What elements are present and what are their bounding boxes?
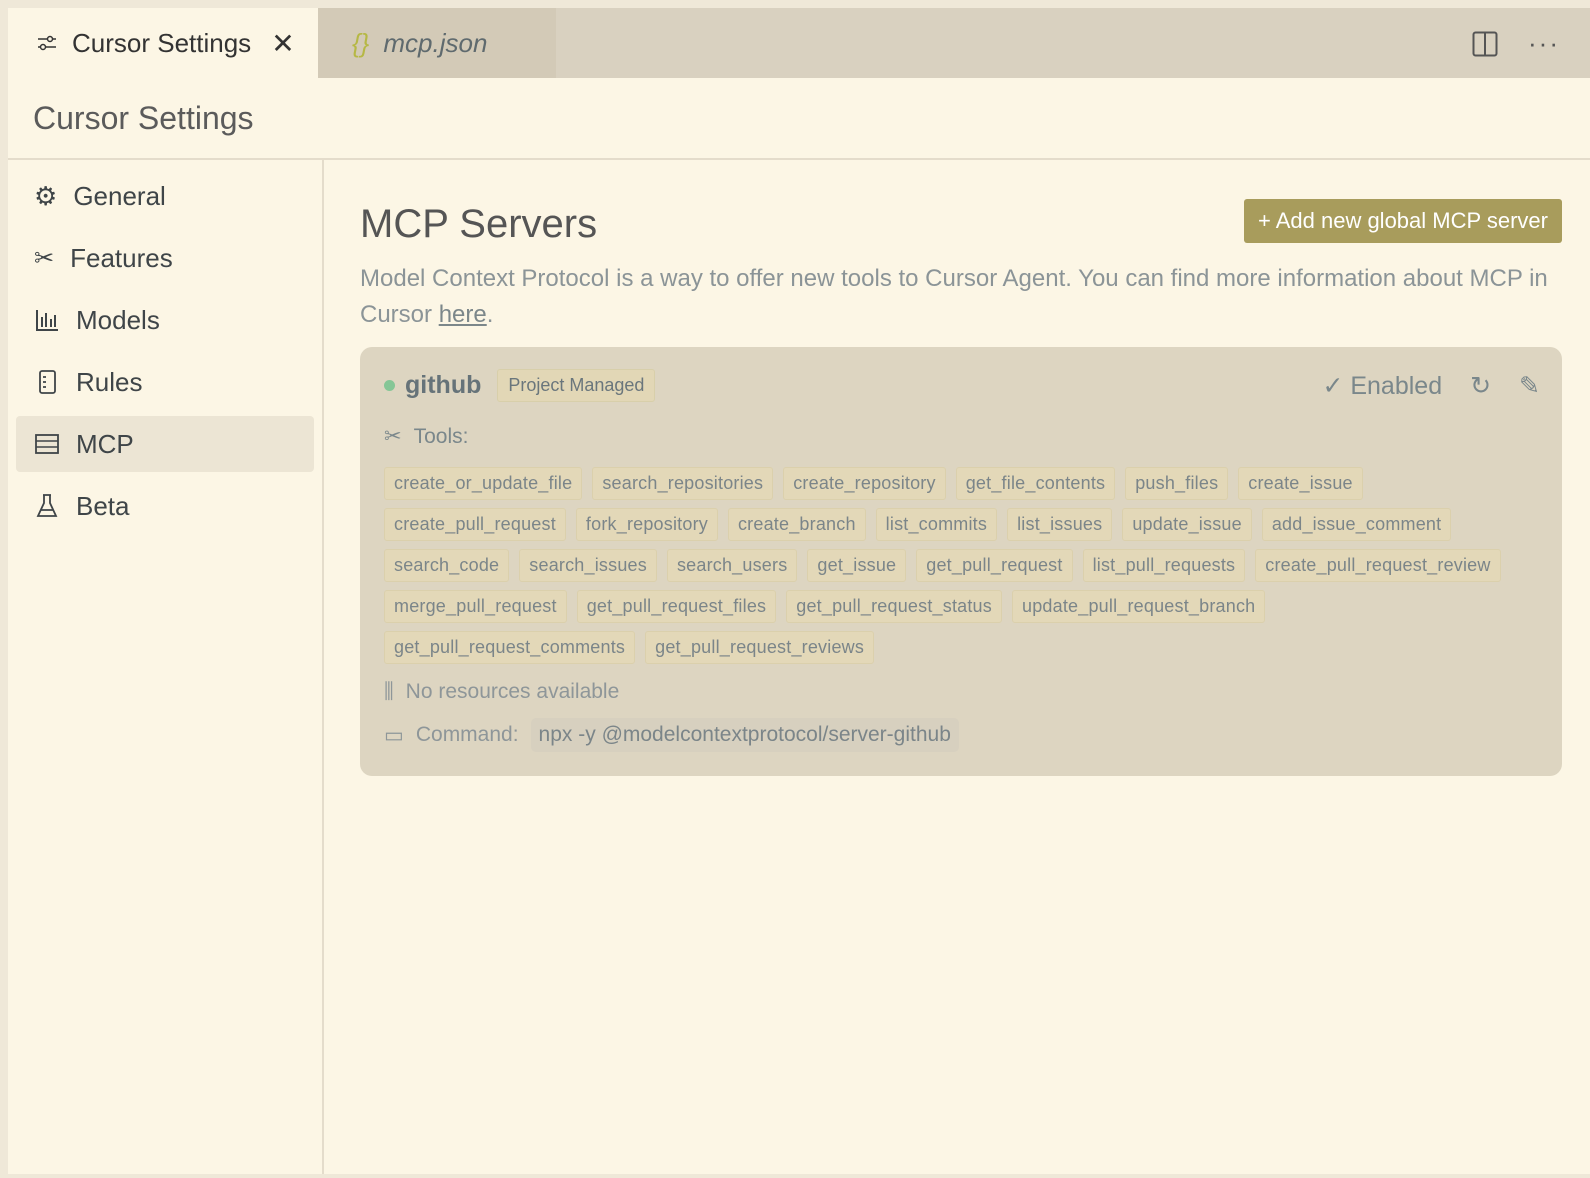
- tool-chip: search_repositories: [592, 467, 774, 500]
- sidebar-item-features[interactable]: ✂ Features: [16, 230, 314, 286]
- sidebar-item-label: Features: [70, 242, 173, 273]
- tool-chip: list_issues: [1007, 508, 1113, 541]
- tab-cursor-settings[interactable]: Cursor Settings ✕: [8, 8, 318, 78]
- more-icon[interactable]: ···: [1528, 28, 1560, 59]
- tool-chip: merge_pull_request: [384, 590, 567, 623]
- tool-chip: get_pull_request_reviews: [645, 631, 875, 664]
- gear-icon: ⚙: [34, 180, 58, 211]
- tool-chip: list_pull_requests: [1082, 549, 1246, 582]
- sidebar-item-label: General: [73, 180, 166, 211]
- braces-icon: {}: [352, 27, 370, 58]
- mcp-server-card: github Project Managed ✓ Enabled ↻ ✎ ✂ To…: [360, 347, 1562, 776]
- tool-chip: get_issue: [807, 549, 907, 582]
- tools-icon: ✂: [384, 425, 402, 448]
- split-editor-icon[interactable]: [1472, 31, 1498, 57]
- page-title: Cursor Settings: [8, 78, 1590, 160]
- tool-chip: get_pull_request_status: [786, 590, 1002, 623]
- sidebar-item-label: MCP: [76, 428, 134, 459]
- tool-chip: search_issues: [519, 549, 657, 582]
- tab-mcp-json[interactable]: {} mcp.json: [318, 8, 556, 78]
- tool-chip: create_or_update_file: [384, 467, 583, 500]
- tool-chip: get_file_contents: [955, 467, 1116, 500]
- tools-icon: ✂: [34, 244, 55, 272]
- sidebar-item-mcp[interactable]: MCP: [16, 416, 314, 472]
- enabled-label: Enabled: [1350, 371, 1443, 400]
- tool-chip: search_code: [384, 549, 510, 582]
- tool-chip: update_pull_request_branch: [1011, 590, 1266, 623]
- tool-chip: fork_repository: [575, 508, 718, 541]
- sidebar-item-label: Rules: [76, 366, 143, 397]
- status-badge: Project Managed: [497, 369, 656, 402]
- tab-label: mcp.json: [383, 27, 488, 58]
- tool-chip: push_files: [1125, 467, 1229, 500]
- add-global-mcp-server-button[interactable]: + Add new global MCP server: [1243, 198, 1562, 243]
- tool-chip: create_branch: [727, 508, 866, 541]
- resources-text: No resources available: [405, 680, 620, 703]
- document-icon: [39, 370, 56, 394]
- refresh-icon[interactable]: ↻: [1470, 371, 1491, 401]
- sidebar-item-beta[interactable]: Beta: [16, 478, 314, 534]
- command-value: npx -y @modelcontextprotocol/server-gith…: [530, 718, 959, 752]
- here-link[interactable]: here: [439, 301, 487, 328]
- main-content: MCP Servers + Add new global MCP server M…: [360, 160, 1562, 776]
- tool-chip: update_issue: [1122, 508, 1252, 541]
- sidebar-item-label: Models: [76, 304, 160, 335]
- tool-chip: search_users: [666, 549, 798, 582]
- terminal-icon: ▭: [384, 723, 404, 747]
- tool-chip: add_issue_comment: [1261, 508, 1452, 541]
- section-title: MCP Servers: [360, 202, 598, 246]
- close-icon[interactable]: ✕: [271, 27, 294, 60]
- tab-label: Cursor Settings: [72, 27, 252, 58]
- tool-chip: get_pull_request_comments: [384, 631, 636, 664]
- tool-chip: create_issue: [1238, 467, 1363, 500]
- sidebar-item-general[interactable]: ⚙ General: [16, 168, 314, 224]
- tool-chip: list_commits: [875, 508, 998, 541]
- command-label: Command:: [415, 723, 519, 746]
- tool-list: create_or_update_file search_repositories…: [384, 467, 1524, 664]
- enabled-toggle[interactable]: ✓ Enabled: [1322, 371, 1442, 401]
- description-suffix: .: [486, 301, 494, 328]
- description-text: Model Context Protocol is a way to offer…: [360, 265, 1548, 328]
- sliders-icon: [38, 35, 56, 51]
- check-icon: ✓: [1322, 371, 1344, 400]
- sidebar: ⚙ General ✂ Features Models Rules MCP Beta: [8, 160, 324, 1174]
- library-icon: ⫼: [384, 680, 394, 703]
- edit-icon[interactable]: ✎: [1519, 371, 1540, 401]
- tool-chip: get_pull_request_files: [576, 590, 777, 623]
- bar-chart-icon: [36, 310, 58, 331]
- status-dot: [384, 380, 395, 391]
- sidebar-item-rules[interactable]: Rules: [16, 354, 314, 410]
- settings-window: Cursor Settings ✕ {} mcp.json ··· Cursor…: [8, 8, 1590, 1174]
- tools-label: Tools:: [413, 424, 469, 448]
- tool-chip: get_pull_request: [916, 549, 1073, 582]
- sidebar-item-label: Beta: [76, 490, 130, 521]
- sidebar-item-models[interactable]: Models: [16, 292, 314, 348]
- description: Model Context Protocol is a way to offer…: [360, 261, 1562, 333]
- flask-icon: [36, 494, 58, 517]
- tool-chip: create_pull_request: [384, 508, 566, 541]
- server-icon: [35, 434, 59, 454]
- server-name: github: [405, 371, 482, 399]
- tool-chip: create_pull_request_review: [1255, 549, 1501, 582]
- tool-chip: create_repository: [783, 467, 946, 500]
- tab-bar: Cursor Settings ✕ {} mcp.json ···: [8, 8, 1590, 78]
